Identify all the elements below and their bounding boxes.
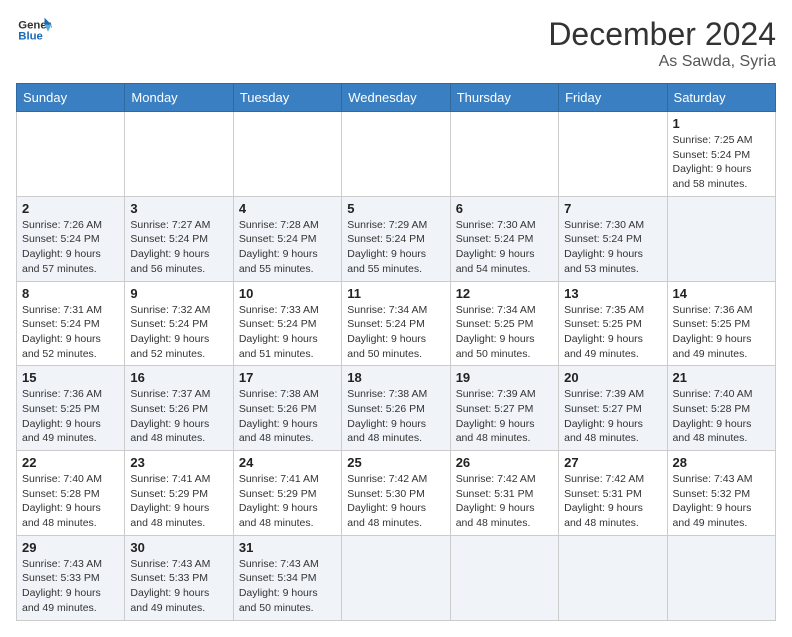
logo-icon: General Blue xyxy=(16,16,52,44)
empty-cell xyxy=(342,112,450,197)
day-cell-29: 29Sunrise: 7:43 AMSunset: 5:33 PMDayligh… xyxy=(17,535,125,620)
day-cell-13: 13Sunrise: 7:35 AMSunset: 5:25 PMDayligh… xyxy=(559,281,667,366)
empty-cell xyxy=(17,112,125,197)
logo: General Blue xyxy=(16,16,52,44)
empty-cell xyxy=(342,535,450,620)
day-cell-5: 5Sunrise: 7:29 AMSunset: 5:24 PMDaylight… xyxy=(342,196,450,281)
day-cell-30: 30Sunrise: 7:43 AMSunset: 5:33 PMDayligh… xyxy=(125,535,233,620)
weekday-header-row: SundayMondayTuesdayWednesdayThursdayFrid… xyxy=(17,84,776,112)
weekday-header-monday: Monday xyxy=(125,84,233,112)
day-cell-23: 23Sunrise: 7:41 AMSunset: 5:29 PMDayligh… xyxy=(125,451,233,536)
weekday-header-saturday: Saturday xyxy=(667,84,775,112)
calendar-week-4: 22Sunrise: 7:40 AMSunset: 5:28 PMDayligh… xyxy=(17,451,776,536)
empty-cell xyxy=(559,112,667,197)
day-cell-24: 24Sunrise: 7:41 AMSunset: 5:29 PMDayligh… xyxy=(233,451,341,536)
day-cell-22: 22Sunrise: 7:40 AMSunset: 5:28 PMDayligh… xyxy=(17,451,125,536)
empty-cell xyxy=(667,196,775,281)
calendar-week-2: 8Sunrise: 7:31 AMSunset: 5:24 PMDaylight… xyxy=(17,281,776,366)
page-header: General Blue December 2024 As Sawda, Syr… xyxy=(16,16,776,71)
day-cell-25: 25Sunrise: 7:42 AMSunset: 5:30 PMDayligh… xyxy=(342,451,450,536)
day-cell-2: 2Sunrise: 7:26 AMSunset: 5:24 PMDaylight… xyxy=(17,196,125,281)
empty-cell xyxy=(559,535,667,620)
calendar-week-1: 2Sunrise: 7:26 AMSunset: 5:24 PMDaylight… xyxy=(17,196,776,281)
day-cell-31: 31Sunrise: 7:43 AMSunset: 5:34 PMDayligh… xyxy=(233,535,341,620)
calendar-week-5: 29Sunrise: 7:43 AMSunset: 5:33 PMDayligh… xyxy=(17,535,776,620)
calendar-week-3: 15Sunrise: 7:36 AMSunset: 5:25 PMDayligh… xyxy=(17,366,776,451)
weekday-header-friday: Friday xyxy=(559,84,667,112)
day-cell-14: 14Sunrise: 7:36 AMSunset: 5:25 PMDayligh… xyxy=(667,281,775,366)
day-cell-27: 27Sunrise: 7:42 AMSunset: 5:31 PMDayligh… xyxy=(559,451,667,536)
day-cell-4: 4Sunrise: 7:28 AMSunset: 5:24 PMDaylight… xyxy=(233,196,341,281)
day-cell-7: 7Sunrise: 7:30 AMSunset: 5:24 PMDaylight… xyxy=(559,196,667,281)
empty-cell xyxy=(450,112,558,197)
calendar-table: SundayMondayTuesdayWednesdayThursdayFrid… xyxy=(16,83,776,621)
day-cell-3: 3Sunrise: 7:27 AMSunset: 5:24 PMDaylight… xyxy=(125,196,233,281)
day-cell-21: 21Sunrise: 7:40 AMSunset: 5:28 PMDayligh… xyxy=(667,366,775,451)
day-cell-18: 18Sunrise: 7:38 AMSunset: 5:26 PMDayligh… xyxy=(342,366,450,451)
day-cell-28: 28Sunrise: 7:43 AMSunset: 5:32 PMDayligh… xyxy=(667,451,775,536)
day-cell-10: 10Sunrise: 7:33 AMSunset: 5:24 PMDayligh… xyxy=(233,281,341,366)
day-cell-15: 15Sunrise: 7:36 AMSunset: 5:25 PMDayligh… xyxy=(17,366,125,451)
empty-cell xyxy=(667,535,775,620)
day-cell-19: 19Sunrise: 7:39 AMSunset: 5:27 PMDayligh… xyxy=(450,366,558,451)
day-cell-9: 9Sunrise: 7:32 AMSunset: 5:24 PMDaylight… xyxy=(125,281,233,366)
empty-cell xyxy=(125,112,233,197)
weekday-header-wednesday: Wednesday xyxy=(342,84,450,112)
title-block: December 2024 As Sawda, Syria xyxy=(548,16,776,71)
location-subtitle: As Sawda, Syria xyxy=(548,53,776,71)
empty-cell xyxy=(233,112,341,197)
weekday-header-tuesday: Tuesday xyxy=(233,84,341,112)
day-cell-12: 12Sunrise: 7:34 AMSunset: 5:25 PMDayligh… xyxy=(450,281,558,366)
day-cell-20: 20Sunrise: 7:39 AMSunset: 5:27 PMDayligh… xyxy=(559,366,667,451)
day-cell-8: 8Sunrise: 7:31 AMSunset: 5:24 PMDaylight… xyxy=(17,281,125,366)
day-cell-6: 6Sunrise: 7:30 AMSunset: 5:24 PMDaylight… xyxy=(450,196,558,281)
month-year-title: December 2024 xyxy=(548,16,776,53)
calendar-week-0: 1Sunrise: 7:25 AMSunset: 5:24 PMDaylight… xyxy=(17,112,776,197)
day-cell-26: 26Sunrise: 7:42 AMSunset: 5:31 PMDayligh… xyxy=(450,451,558,536)
weekday-header-thursday: Thursday xyxy=(450,84,558,112)
day-cell-16: 16Sunrise: 7:37 AMSunset: 5:26 PMDayligh… xyxy=(125,366,233,451)
weekday-header-sunday: Sunday xyxy=(17,84,125,112)
svg-text:Blue: Blue xyxy=(18,31,43,43)
empty-cell xyxy=(450,535,558,620)
day-cell-11: 11Sunrise: 7:34 AMSunset: 5:24 PMDayligh… xyxy=(342,281,450,366)
day-cell-1: 1Sunrise: 7:25 AMSunset: 5:24 PMDaylight… xyxy=(667,112,775,197)
day-cell-17: 17Sunrise: 7:38 AMSunset: 5:26 PMDayligh… xyxy=(233,366,341,451)
